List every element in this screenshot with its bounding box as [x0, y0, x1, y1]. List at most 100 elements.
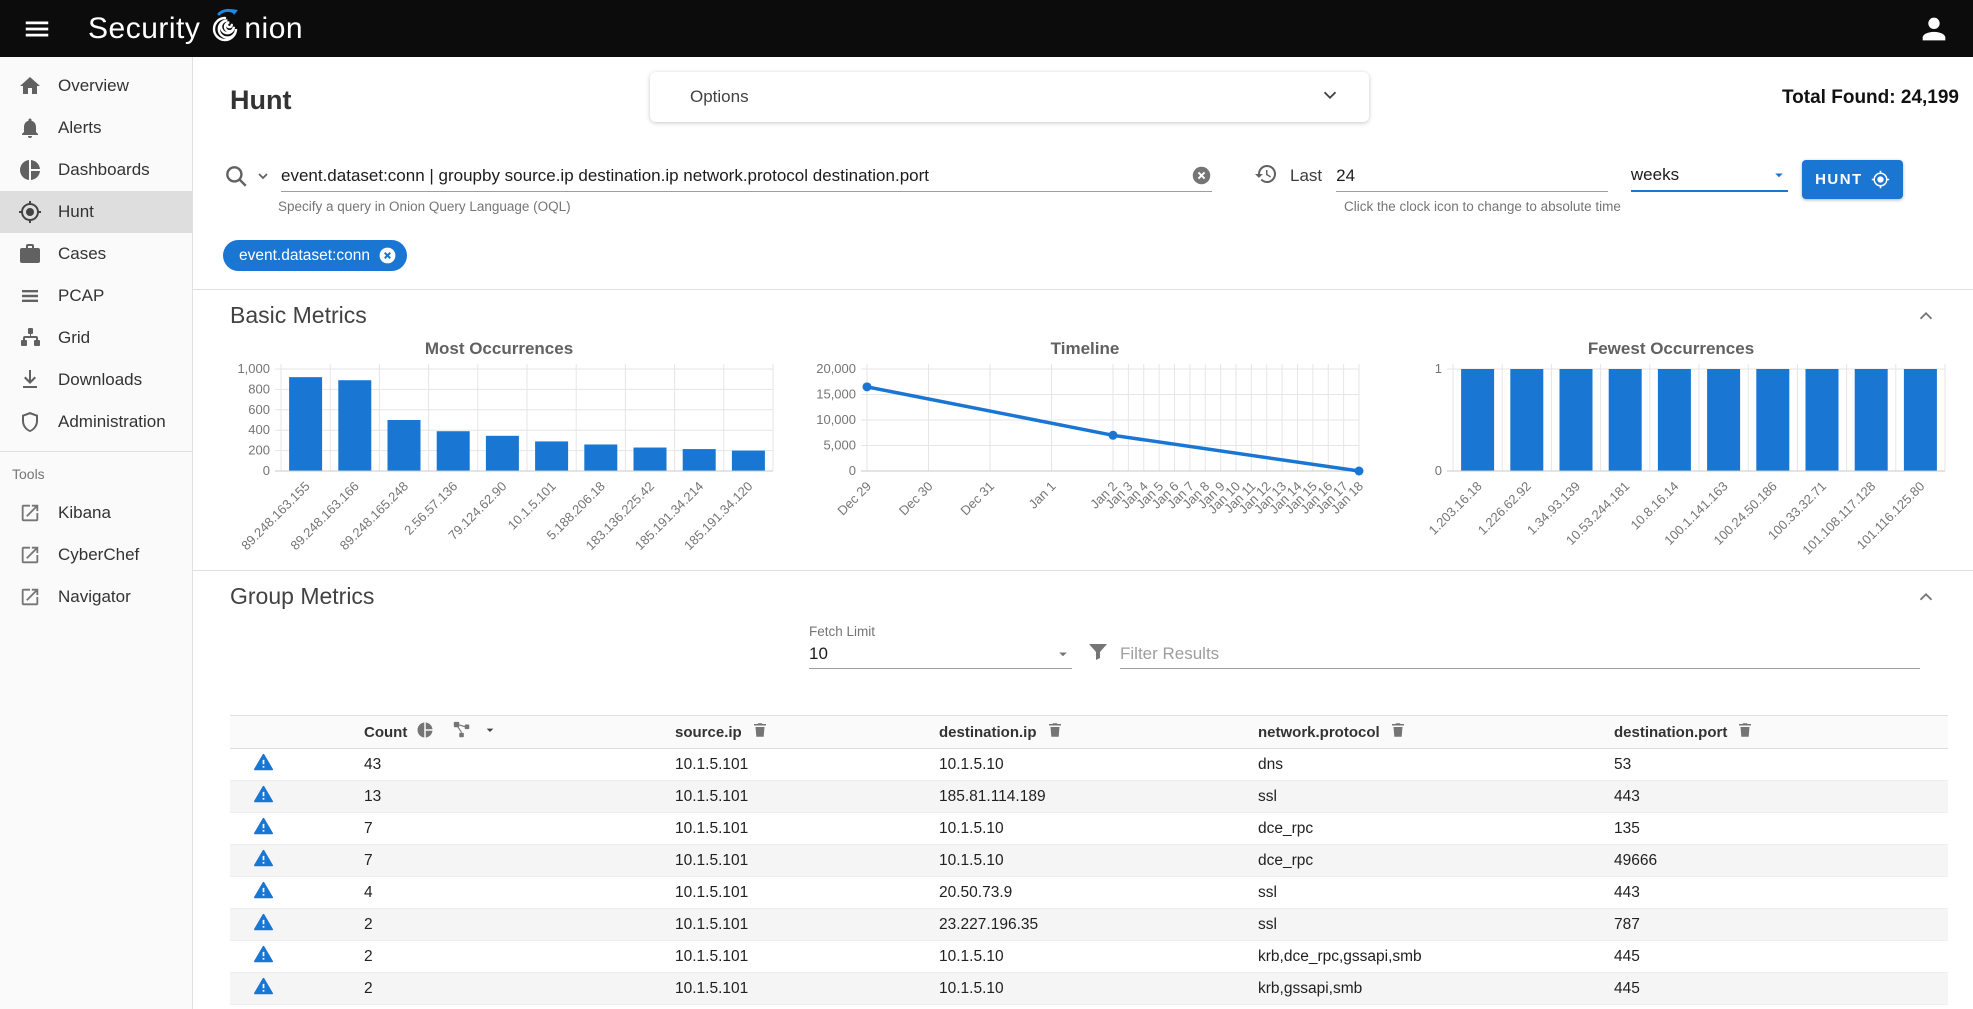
- table-row[interactable]: 1310.1.5.101185.81.114.189ssl443: [230, 781, 1948, 813]
- remove-filter-icon[interactable]: [378, 246, 397, 265]
- sidebar-item-downloads[interactable]: Downloads: [0, 359, 192, 401]
- table-cell[interactable]: 10.1.5.101: [651, 781, 915, 813]
- table-cell[interactable]: 20.50.73.9: [915, 877, 1234, 909]
- sidebar-item-overview[interactable]: Overview: [0, 65, 192, 107]
- table-cell[interactable]: 185.81.114.189: [915, 781, 1234, 813]
- table-row[interactable]: 210.1.5.10110.1.5.10krb,dce_rpc,gssapi,s…: [230, 941, 1948, 973]
- table-cell[interactable]: 445: [1590, 973, 1948, 1005]
- options-panel-toggle[interactable]: Options: [650, 72, 1369, 122]
- table-row[interactable]: 710.1.5.10110.1.5.10dce_rpc135: [230, 813, 1948, 845]
- menu-icon[interactable]: [22, 14, 52, 44]
- query-history-caret-icon[interactable]: [255, 168, 271, 184]
- table-cell[interactable]: krb,dce_rpc,gssapi,smb: [1234, 941, 1590, 973]
- sidebar-item-hunt[interactable]: Hunt: [0, 191, 192, 233]
- table-cell[interactable]: 2: [340, 909, 651, 941]
- search-icon[interactable]: [223, 163, 249, 189]
- table-cell[interactable]: 10.1.5.10: [915, 845, 1234, 877]
- trash-icon[interactable]: [751, 721, 769, 743]
- user-account-icon[interactable]: [1917, 12, 1951, 46]
- table-cell[interactable]: 10.1.5.101: [651, 973, 915, 1005]
- table-cell[interactable]: 10.1.5.101: [651, 877, 915, 909]
- table-cell[interactable]: dce_rpc: [1234, 813, 1590, 845]
- sidebar-item-kibana[interactable]: Kibana: [0, 492, 192, 534]
- clear-query-icon[interactable]: [1191, 165, 1212, 186]
- sidebar-item-dashboards[interactable]: Dashboards: [0, 149, 192, 191]
- row-alert-cell[interactable]: [230, 813, 340, 845]
- pie-chart-icon[interactable]: [416, 721, 434, 743]
- table-cell[interactable]: 135: [1590, 813, 1948, 845]
- sidebar-item-grid[interactable]: Grid: [0, 317, 192, 359]
- table-cell[interactable]: 443: [1590, 781, 1948, 813]
- table-cell[interactable]: 53: [1590, 749, 1948, 781]
- fetch-limit-select[interactable]: 10: [809, 639, 1072, 669]
- row-alert-cell[interactable]: [230, 877, 340, 909]
- row-alert-cell[interactable]: [230, 781, 340, 813]
- table-cell[interactable]: 2: [340, 941, 651, 973]
- table-row[interactable]: 210.1.5.10123.227.196.35ssl787: [230, 909, 1948, 941]
- table-cell[interactable]: dns: [1234, 749, 1590, 781]
- table-cell[interactable]: 443: [1590, 877, 1948, 909]
- table-cell[interactable]: 10.1.5.101: [651, 749, 915, 781]
- table-cell[interactable]: ssl: [1234, 877, 1590, 909]
- table-cell[interactable]: 7: [340, 845, 651, 877]
- time-value-input[interactable]: [1336, 166, 1608, 186]
- filter-chip[interactable]: event.dataset:conn: [223, 240, 407, 271]
- table-cell[interactable]: 787: [1590, 909, 1948, 941]
- table-cell[interactable]: 445: [1590, 941, 1948, 973]
- table-cell[interactable]: 4: [340, 877, 651, 909]
- table-cell[interactable]: 10.1.5.10: [915, 813, 1234, 845]
- caret-down-icon[interactable]: [482, 722, 498, 742]
- alert-triangle-icon[interactable]: [253, 887, 274, 904]
- alert-triangle-icon[interactable]: [253, 919, 274, 936]
- collapse-basic-metrics-icon[interactable]: [1915, 305, 1937, 327]
- row-alert-cell[interactable]: [230, 749, 340, 781]
- trash-icon[interactable]: [1736, 721, 1754, 743]
- table-cell[interactable]: 10.1.5.101: [651, 909, 915, 941]
- table-cell[interactable]: 7: [340, 813, 651, 845]
- column-header-destination-port[interactable]: destination.port: [1614, 724, 1727, 741]
- table-row[interactable]: 710.1.5.10110.1.5.10dce_rpc49666: [230, 845, 1948, 877]
- table-cell[interactable]: krb,gssapi,smb: [1234, 973, 1590, 1005]
- table-cell[interactable]: 13: [340, 781, 651, 813]
- sidebar-item-cases[interactable]: Cases: [0, 233, 192, 275]
- table-cell[interactable]: 10.1.5.101: [651, 941, 915, 973]
- filter-results-input[interactable]: [1120, 644, 1920, 664]
- row-alert-cell[interactable]: [230, 973, 340, 1005]
- table-cell[interactable]: 10.1.5.10: [915, 941, 1234, 973]
- table-row[interactable]: 210.1.5.10110.1.5.10krb,gssapi,smb445: [230, 973, 1948, 1005]
- row-alert-cell[interactable]: [230, 941, 340, 973]
- alert-triangle-icon[interactable]: [253, 855, 274, 872]
- column-header-source-ip[interactable]: source.ip: [675, 724, 742, 741]
- sidebar-item-administration[interactable]: Administration: [0, 401, 192, 443]
- table-cell[interactable]: 10.1.5.101: [651, 813, 915, 845]
- row-alert-cell[interactable]: [230, 909, 340, 941]
- alert-triangle-icon[interactable]: [253, 791, 274, 808]
- table-cell[interactable]: 49666: [1590, 845, 1948, 877]
- table-cell[interactable]: dce_rpc: [1234, 845, 1590, 877]
- table-cell[interactable]: 43: [340, 749, 651, 781]
- table-cell[interactable]: 2: [340, 973, 651, 1005]
- sidebar-item-navigator[interactable]: Navigator: [0, 576, 192, 618]
- alert-triangle-icon[interactable]: [253, 759, 274, 776]
- relative-time-icon[interactable]: [1254, 162, 1278, 191]
- table-row[interactable]: 4310.1.5.10110.1.5.10dns53: [230, 749, 1948, 781]
- trash-icon[interactable]: [1389, 721, 1407, 743]
- query-input[interactable]: [281, 166, 1191, 186]
- graph-group-icon[interactable]: [451, 720, 473, 744]
- row-alert-cell[interactable]: [230, 845, 340, 877]
- column-header-network-protocol[interactable]: network.protocol: [1258, 724, 1380, 741]
- hunt-button[interactable]: HUNT: [1802, 160, 1903, 199]
- alert-triangle-icon[interactable]: [253, 983, 274, 1000]
- trash-icon[interactable]: [1046, 721, 1064, 743]
- alert-triangle-icon[interactable]: [253, 951, 274, 968]
- time-unit-select[interactable]: weeks: [1631, 160, 1788, 192]
- table-cell[interactable]: ssl: [1234, 781, 1590, 813]
- sidebar-item-pcap[interactable]: PCAP: [0, 275, 192, 317]
- table-cell[interactable]: ssl: [1234, 909, 1590, 941]
- sidebar-item-cyberchef[interactable]: CyberChef: [0, 534, 192, 576]
- column-header-count[interactable]: Count: [364, 724, 407, 741]
- table-cell[interactable]: 23.227.196.35: [915, 909, 1234, 941]
- sidebar-item-alerts[interactable]: Alerts: [0, 107, 192, 149]
- collapse-group-metrics-icon[interactable]: [1915, 586, 1937, 608]
- table-cell[interactable]: 10.1.5.101: [651, 845, 915, 877]
